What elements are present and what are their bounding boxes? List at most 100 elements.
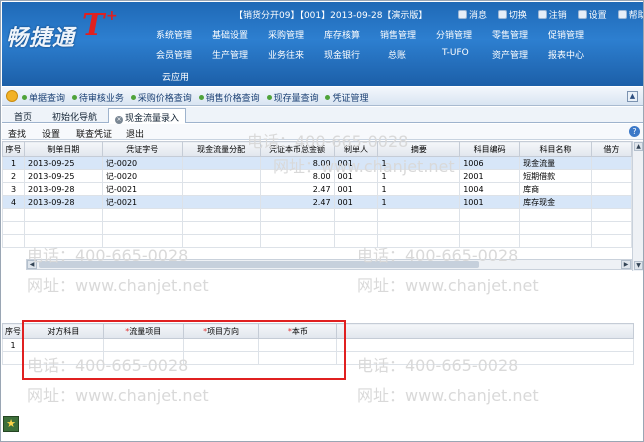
func-purchase-price-query[interactable]: 采购价格查询: [130, 94, 192, 104]
table-row[interactable]: 4 2013-09-28 记-0021 2.47 001 1 1001 库存现金: [2, 195, 632, 209]
menu-production[interactable]: 生产管理: [212, 48, 248, 61]
cell-account-name[interactable]: 库商: [519, 182, 592, 196]
cell-account-code[interactable]: 1004: [459, 182, 521, 196]
cell-summary[interactable]: 1: [377, 169, 461, 183]
cell-total-amount[interactable]: 2.47: [259, 182, 335, 196]
cell-account-code[interactable]: 1001: [459, 195, 521, 209]
cell-maker[interactable]: 001: [333, 156, 379, 170]
menu-report-center[interactable]: 报表中心: [548, 48, 584, 61]
menu-distribution[interactable]: 分销管理: [436, 28, 472, 41]
cell-voucher-no[interactable]: 记-0020: [101, 156, 183, 170]
menu-promotion[interactable]: 促销管理: [548, 28, 584, 41]
link-voucher-button[interactable]: 联查凭证: [76, 127, 112, 140]
cell-index[interactable]: 3: [2, 182, 25, 196]
col-header-date[interactable]: 制单日期: [23, 141, 103, 157]
cell-cashflow-alloc[interactable]: [181, 156, 261, 170]
scroll-down-icon[interactable]: ▼: [634, 261, 643, 270]
tab-cash-flow-entry[interactable]: × 现金流量录入: [108, 108, 187, 124]
menu-basic-settings[interactable]: 基础设置: [212, 28, 248, 41]
find-button[interactable]: 查找: [8, 127, 26, 140]
cell-voucher-no[interactable]: 记-0021: [101, 195, 183, 209]
menu-sales[interactable]: 销售管理: [380, 28, 416, 41]
help-icon[interactable]: ?: [629, 126, 640, 137]
func-stock-query[interactable]: 现存量查询: [266, 94, 319, 104]
cell-account-name[interactable]: 短期借款: [519, 169, 592, 183]
logout-link[interactable]: 注销: [537, 10, 567, 21]
menu-general-ledger[interactable]: 总账: [388, 48, 406, 61]
func-sales-price-query[interactable]: 销售价格查询: [198, 94, 260, 104]
cell-maker[interactable]: 001: [333, 182, 379, 196]
settings-button[interactable]: 设置: [42, 127, 60, 140]
scroll-up-icon[interactable]: ▲: [634, 142, 643, 151]
menu-member[interactable]: 会员管理: [156, 48, 192, 61]
cell-index[interactable]: 4: [2, 195, 25, 209]
menu-t-ufo[interactable]: T-UFO: [442, 48, 469, 58]
cell-index[interactable]: 2: [2, 169, 25, 183]
cell-date[interactable]: 2013-09-28: [23, 195, 103, 209]
cell-total-amount[interactable]: 2.47: [259, 195, 335, 209]
table-row[interactable]: 3 2013-09-28 记-0021 2.47 001 1 1004 库商: [2, 182, 632, 196]
menu-cash-bank[interactable]: 现金银行: [324, 48, 360, 61]
func-voucher-management[interactable]: 凭证管理: [325, 94, 368, 104]
exit-button[interactable]: 退出: [126, 127, 144, 140]
cell-date[interactable]: 2013-09-25: [23, 156, 103, 170]
col-header-debit[interactable]: 借方: [590, 141, 632, 157]
collapse-toolbar-icon[interactable]: ▲: [627, 91, 638, 102]
col-header-summary[interactable]: 摘要: [377, 141, 461, 157]
message-link[interactable]: 消息: [458, 10, 487, 21]
col-header-account-name[interactable]: 科目名称: [519, 141, 592, 157]
cell-debit[interactable]: [590, 182, 632, 196]
cell-date[interactable]: 2013-09-25: [23, 169, 103, 183]
cell-index[interactable]: 1: [2, 156, 25, 170]
cell-debit[interactable]: [590, 169, 632, 183]
menu-retail[interactable]: 零售管理: [492, 28, 528, 41]
cell-cashflow-alloc[interactable]: [181, 169, 261, 183]
menu-assets[interactable]: 资产管理: [492, 48, 528, 61]
cell-account-code[interactable]: 2001: [459, 169, 521, 183]
cell-date[interactable]: 2013-09-28: [23, 182, 103, 196]
menu-business-contacts[interactable]: 业务往来: [268, 48, 304, 61]
menu-system[interactable]: 系统管理: [156, 28, 192, 41]
cell-voucher-no[interactable]: 记-0021: [101, 182, 183, 196]
cell-voucher-no[interactable]: 记-0020: [101, 169, 183, 183]
help-link[interactable]: 帮助: [617, 10, 643, 21]
horizontal-scrollbar[interactable]: ◀ ▶: [26, 259, 632, 270]
cell-total-amount[interactable]: 8.00: [259, 169, 335, 183]
col-header-maker[interactable]: 制单人: [333, 141, 379, 157]
col-header-index[interactable]: 序号: [2, 141, 25, 157]
tab-init-guide[interactable]: 初始化导航: [46, 108, 103, 123]
close-tab-icon[interactable]: ×: [115, 116, 123, 124]
col-header-index-2[interactable]: 序号: [2, 323, 24, 339]
col-header-cashflow-alloc[interactable]: 现金流量分配: [181, 141, 261, 157]
settings-link[interactable]: 设置: [577, 10, 607, 21]
scroll-left-icon[interactable]: ◀: [27, 260, 37, 269]
cell-cashflow-alloc[interactable]: [181, 182, 261, 196]
menu-inventory-accounting[interactable]: 库存核算: [324, 28, 360, 41]
scroll-thumb[interactable]: [39, 261, 479, 268]
cell-maker[interactable]: 001: [333, 169, 379, 183]
cell-account-name[interactable]: 现金流量: [519, 156, 592, 170]
menu-cloud-apps[interactable]: 云应用: [162, 70, 189, 83]
cell-total-amount[interactable]: 8.00: [259, 156, 335, 170]
vertical-scrollbar[interactable]: ▲ ▼: [632, 141, 643, 271]
favorite-star-icon[interactable]: ★: [3, 416, 19, 432]
func-voucher-query[interactable]: 单据查询: [22, 94, 65, 104]
table-row[interactable]: 2 2013-09-25 记-0020 8.00 001 1 2001 短期借款: [2, 169, 632, 183]
cell-summary[interactable]: 1: [377, 195, 461, 209]
tab-home[interactable]: 首页: [8, 108, 38, 123]
cell-account-name[interactable]: 库存现金: [519, 195, 592, 209]
cell-cashflow-alloc[interactable]: [181, 195, 261, 209]
col-header-account-code[interactable]: 科目编码: [459, 141, 521, 157]
col-header-total-amount[interactable]: 凭证本币总金额: [259, 141, 335, 157]
col-header-voucher-no[interactable]: 凭证字号: [101, 141, 183, 157]
table-row[interactable]: 1 2013-09-25 记-0020 8.00 001 1 1006 现金流量: [2, 156, 632, 170]
cell-debit[interactable]: [590, 156, 632, 170]
scroll-right-icon[interactable]: ▶: [621, 260, 631, 269]
func-pending-review[interactable]: 待审核业务: [71, 94, 124, 104]
cell-debit[interactable]: [590, 195, 632, 209]
menu-purchase[interactable]: 采购管理: [268, 28, 304, 41]
cell-summary[interactable]: 1: [377, 156, 461, 170]
cell-maker[interactable]: 001: [333, 195, 379, 209]
cell-account-code[interactable]: 1006: [459, 156, 521, 170]
switch-link[interactable]: 切换: [497, 10, 527, 21]
